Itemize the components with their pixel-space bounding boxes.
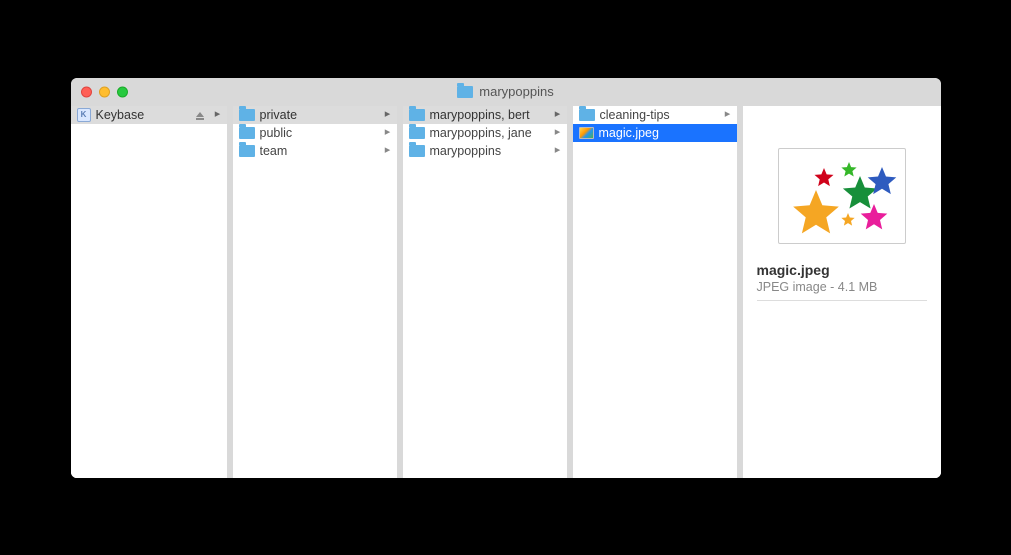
traffic-lights [81,86,128,97]
star-icon [860,204,887,229]
eject-icon[interactable] [196,112,204,117]
close-button[interactable] [81,86,92,97]
window-title: marypoppins [457,84,553,99]
row-label: marypoppins [430,144,548,158]
folder-row[interactable]: private ▸ [233,106,397,124]
folder-row[interactable]: marypoppins ▸ [403,142,567,160]
row-label: public [260,126,378,140]
column-0[interactable]: Keybase ▸ [71,106,233,478]
folder-row[interactable]: public ▸ [233,124,397,142]
chevron-right-icon: ▸ [553,145,563,156]
preview-meta: JPEG image - 4.1 MB [757,280,927,301]
star-icon [841,162,856,176]
folder-icon [239,127,255,139]
folder-icon [457,86,473,98]
preview-filename: magic.jpeg [757,262,927,278]
drive-row[interactable]: Keybase ▸ [71,106,227,124]
chevron-right-icon: ▸ [553,109,563,120]
chevron-right-icon: ▸ [383,145,393,156]
column-3[interactable]: cleaning-tips ▸ magic.jpeg [573,106,743,478]
column-1[interactable]: private ▸ public ▸ team ▸ [233,106,403,478]
row-label: marypoppins, bert [430,108,548,122]
finder-window: marypoppins Keybase ▸ private ▸ public ▸ team ▸… [71,78,941,478]
chevron-right-icon: ▸ [383,127,393,138]
folder-icon [579,109,595,121]
preview-pane: magic.jpeg JPEG image - 4.1 MB [743,106,941,478]
folder-row[interactable]: marypoppins, jane ▸ [403,124,567,142]
folder-icon [239,109,255,121]
file-row[interactable]: magic.jpeg [573,124,737,142]
folder-row[interactable]: cleaning-tips ▸ [573,106,737,124]
window-title-text: marypoppins [479,84,553,99]
star-icon [793,190,839,233]
chevron-right-icon: ▸ [383,109,393,120]
folder-row[interactable]: team ▸ [233,142,397,160]
maximize-button[interactable] [117,86,128,97]
row-label: team [260,144,378,158]
star-icon [814,168,833,186]
folder-icon [409,145,425,157]
row-label: Keybase [96,108,191,122]
minimize-button[interactable] [99,86,110,97]
drive-icon [77,108,91,122]
folder-icon [409,127,425,139]
chevron-right-icon: ▸ [213,109,223,120]
folder-icon [239,145,255,157]
row-label: private [260,108,378,122]
preview-thumbnail[interactable] [778,148,906,244]
chevron-right-icon: ▸ [723,109,733,120]
row-label: magic.jpeg [599,126,733,140]
row-label: cleaning-tips [600,108,718,122]
column-view: Keybase▸private▸public▸team▸marypoppins,… [71,106,941,478]
chevron-right-icon: ▸ [553,127,563,138]
window-titlebar[interactable]: marypoppins [71,78,941,106]
folder-row[interactable]: marypoppins, bert ▸ [403,106,567,124]
folder-icon [409,109,425,121]
star-icon [841,213,854,226]
row-label: marypoppins, jane [430,126,548,140]
image-file-icon [579,127,594,139]
column-2[interactable]: marypoppins, bert▸marypoppins, jane▸mary… [403,106,573,478]
